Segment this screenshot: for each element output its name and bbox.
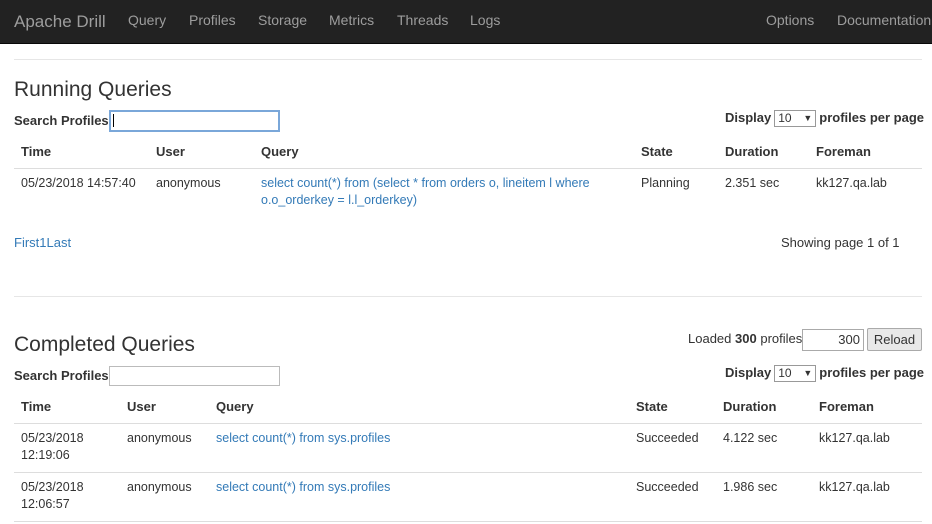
divider xyxy=(14,59,922,60)
col-header-user[interactable]: User xyxy=(127,399,156,414)
col-header-foreman[interactable]: Foreman xyxy=(816,144,871,159)
col-header-state[interactable]: State xyxy=(641,144,673,159)
cell-state: Planning xyxy=(641,176,690,190)
cell-query-link-cont[interactable]: o.o_orderkey = l.l_orderkey) xyxy=(261,192,417,209)
cell-duration: 4.122 sec xyxy=(723,431,778,445)
running-search-input[interactable] xyxy=(109,110,280,132)
cell-duration: 1.986 sec xyxy=(723,480,778,494)
cell-query-link[interactable]: select count(*) from sys.profiles xyxy=(216,479,390,496)
cell-time: 05/23/2018 14:57:40 xyxy=(21,176,136,190)
cell-foreman: kk127.qa.lab xyxy=(819,480,890,494)
page-last-link[interactable]: Last xyxy=(47,235,72,250)
cell-state: Succeeded xyxy=(636,431,699,445)
col-header-foreman[interactable]: Foreman xyxy=(819,399,874,414)
table-header-line xyxy=(14,168,922,169)
nav-metrics[interactable]: Metrics xyxy=(329,12,374,28)
row-divider xyxy=(14,472,922,473)
cell-query-link[interactable]: select count(*) from (select * from orde… xyxy=(261,175,590,192)
col-header-time[interactable]: Time xyxy=(21,144,51,159)
navbar: Apache Drill Query Profiles Storage Metr… xyxy=(0,0,932,44)
cell-foreman: kk127.qa.lab xyxy=(816,176,887,190)
page-first-link[interactable]: First xyxy=(14,235,39,250)
nav-documentation[interactable]: Documentation xyxy=(837,12,931,28)
running-display-control: Display 10 ▼ profiles per page xyxy=(725,110,924,128)
dropdown-arrow-icon: ▼ xyxy=(803,113,813,124)
cell-duration: 2.351 sec xyxy=(725,176,780,190)
cell-foreman: kk127.qa.lab xyxy=(819,431,890,445)
nav-threads[interactable]: Threads xyxy=(397,12,448,28)
nav-profiles[interactable]: Profiles xyxy=(189,12,236,28)
col-header-duration[interactable]: Duration xyxy=(725,144,778,159)
row-divider xyxy=(14,521,922,522)
per-page-label: profiles per page xyxy=(819,110,924,125)
nav-query[interactable]: Query xyxy=(128,12,166,28)
cell-clock: 12:06:57 xyxy=(21,497,70,511)
divider xyxy=(14,296,922,297)
loaded-profiles-info: Loaded 300 profiles xyxy=(688,331,803,346)
display-label: Display xyxy=(725,365,772,380)
cell-user: anonymous xyxy=(127,480,192,494)
table-header-line xyxy=(14,423,922,424)
completed-search-label: Search Profiles xyxy=(14,368,109,383)
col-header-query[interactable]: Query xyxy=(261,144,299,159)
nav-storage[interactable]: Storage xyxy=(258,12,307,28)
display-label: Display xyxy=(725,110,772,125)
reload-button[interactable]: Reload xyxy=(867,328,922,351)
running-queries-title: Running Queries xyxy=(14,78,172,101)
col-header-state[interactable]: State xyxy=(636,399,668,414)
running-display-select[interactable]: 10 ▼ xyxy=(774,110,817,128)
cell-state: Succeeded xyxy=(636,480,699,494)
completed-display-select[interactable]: 10 ▼ xyxy=(774,365,817,383)
cell-clock: 12:19:06 xyxy=(21,448,70,462)
per-page-label: profiles per page xyxy=(819,365,924,380)
dropdown-arrow-icon: ▼ xyxy=(803,368,813,379)
completed-display-control: Display 10 ▼ profiles per page xyxy=(725,365,924,383)
running-search-label: Search Profiles xyxy=(14,113,109,128)
cell-date: 05/23/2018 xyxy=(21,431,84,445)
text-caret xyxy=(113,114,114,127)
nav-logs[interactable]: Logs xyxy=(470,12,500,28)
completed-search-input[interactable] xyxy=(109,366,280,386)
completed-queries-title: Completed Queries xyxy=(14,333,195,356)
cell-query-link[interactable]: select count(*) from sys.profiles xyxy=(216,430,390,447)
pagination: First1Last xyxy=(14,235,71,250)
cell-date: 05/23/2018 xyxy=(21,480,84,494)
cell-user: anonymous xyxy=(127,431,192,445)
col-header-time[interactable]: Time xyxy=(21,399,51,414)
max-profiles-input[interactable]: 300 xyxy=(802,329,864,351)
col-header-query[interactable]: Query xyxy=(216,399,254,414)
col-header-duration[interactable]: Duration xyxy=(723,399,776,414)
page-number-link[interactable]: 1 xyxy=(39,235,46,250)
cell-user: anonymous xyxy=(156,176,221,190)
showing-page-info: Showing page 1 of 1 xyxy=(781,235,900,250)
col-header-user[interactable]: User xyxy=(156,144,185,159)
nav-options[interactable]: Options xyxy=(766,12,814,28)
brand-link[interactable]: Apache Drill xyxy=(14,12,106,32)
